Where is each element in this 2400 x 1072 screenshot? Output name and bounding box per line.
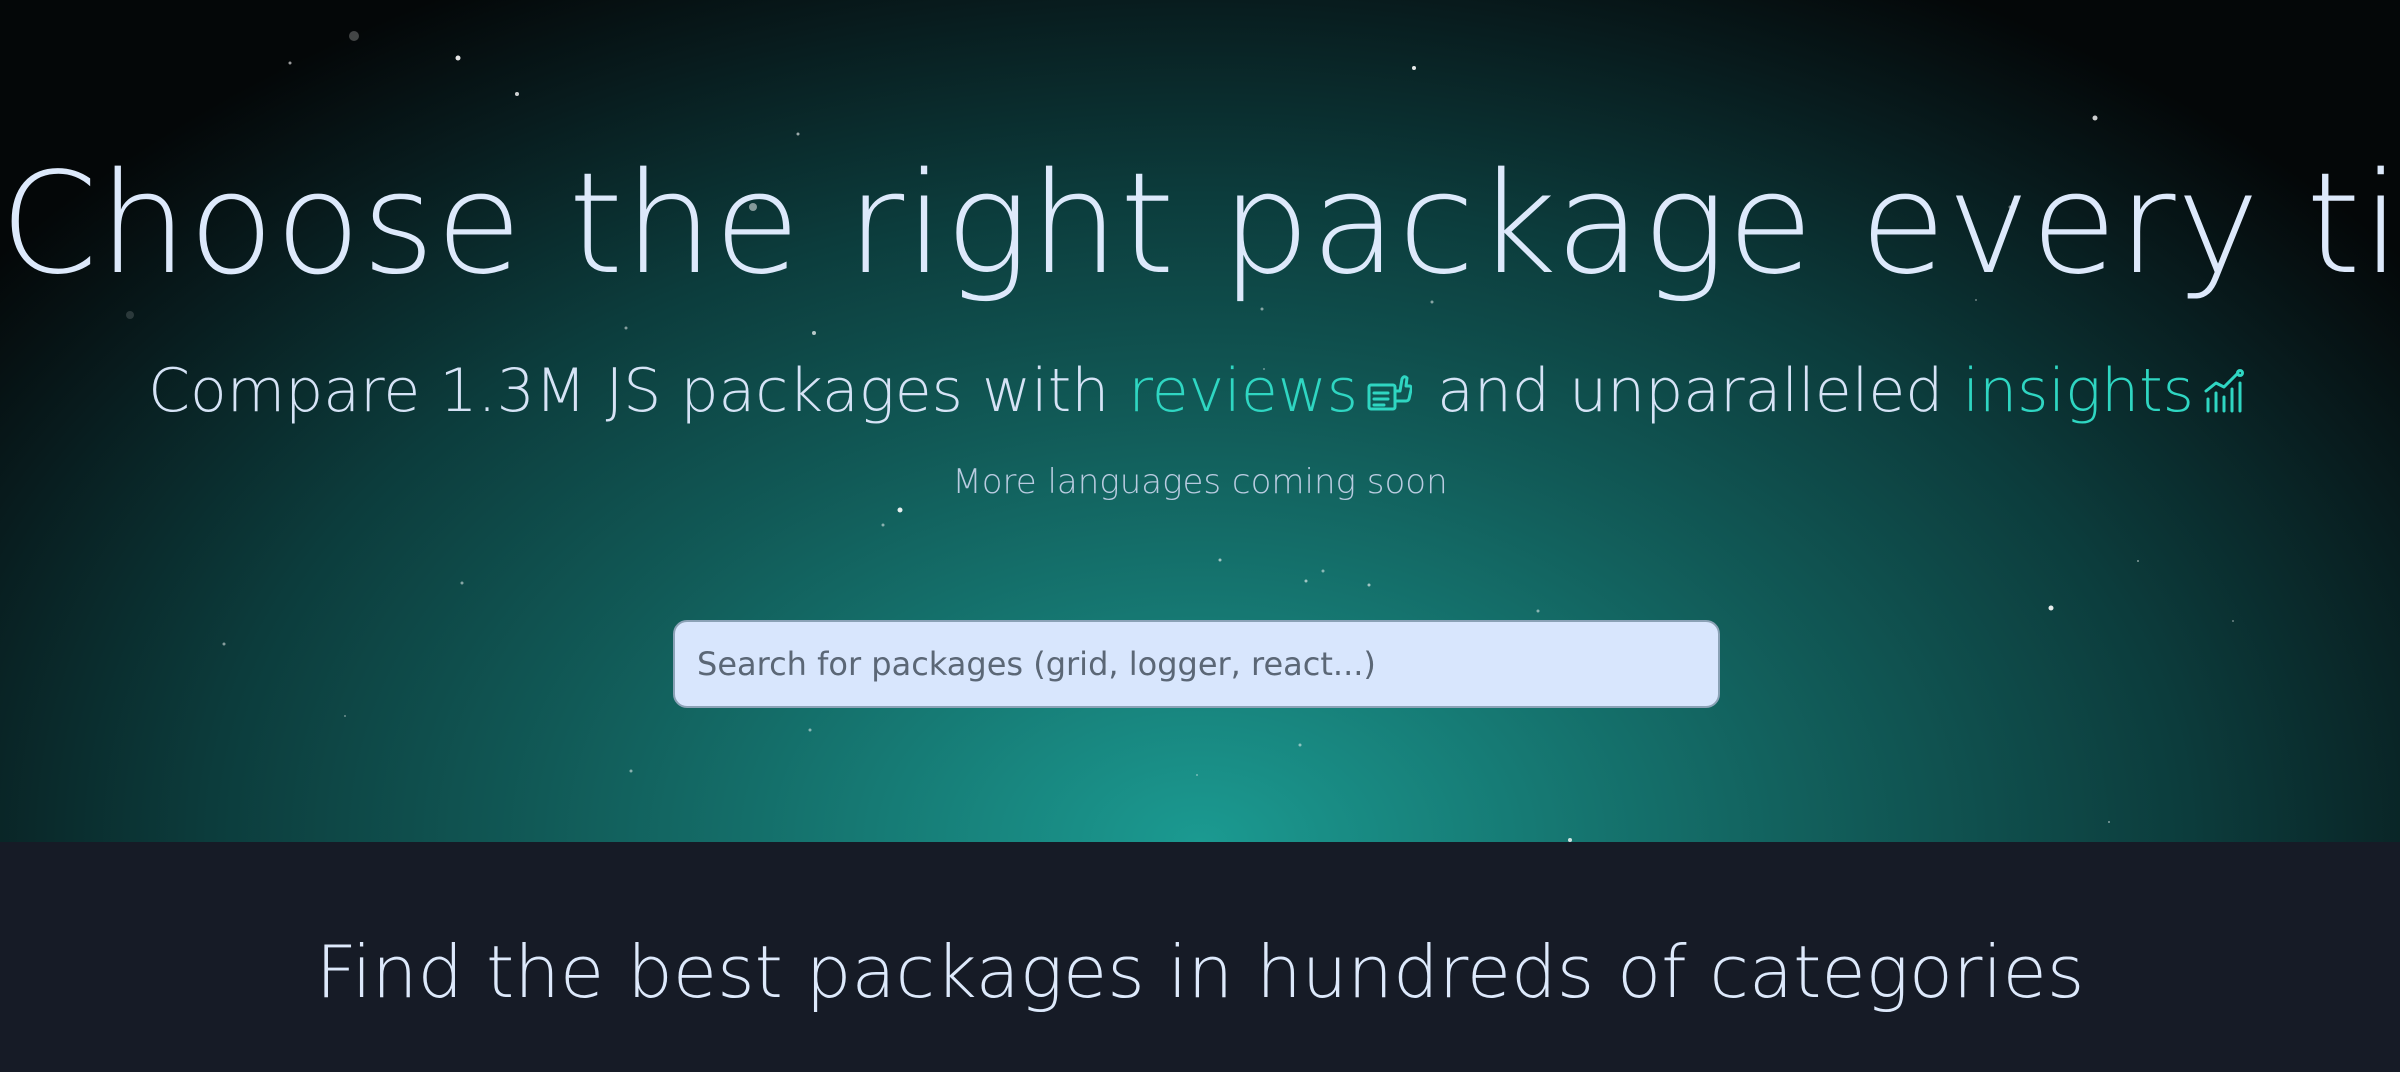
hero-section: Choose the right package every time Comp… bbox=[0, 0, 2400, 842]
more-languages-note: More languages coming soon bbox=[952, 462, 1448, 502]
subline-text-unparalleled: and unparalleled bbox=[1437, 356, 1944, 426]
subline-text-compare: Compare 1.3M JS packages with bbox=[148, 356, 1110, 426]
reviews-link[interactable]: reviews bbox=[1128, 356, 1358, 426]
thumbs-up-review-icon bbox=[1366, 359, 1413, 431]
hero-subline: Compare 1.3M JS packages with reviews an… bbox=[0, 355, 2400, 431]
page-headline: Choose the right package every time bbox=[0, 143, 2400, 306]
bar-chart-icon bbox=[2202, 359, 2246, 431]
package-search-input[interactable] bbox=[673, 620, 1720, 708]
categories-section: Find the best packages in hundreds of ca… bbox=[0, 842, 2400, 1072]
insights-link[interactable]: insights bbox=[1962, 356, 2193, 426]
categories-heading: Find the best packages in hundreds of ca… bbox=[315, 930, 2085, 1014]
